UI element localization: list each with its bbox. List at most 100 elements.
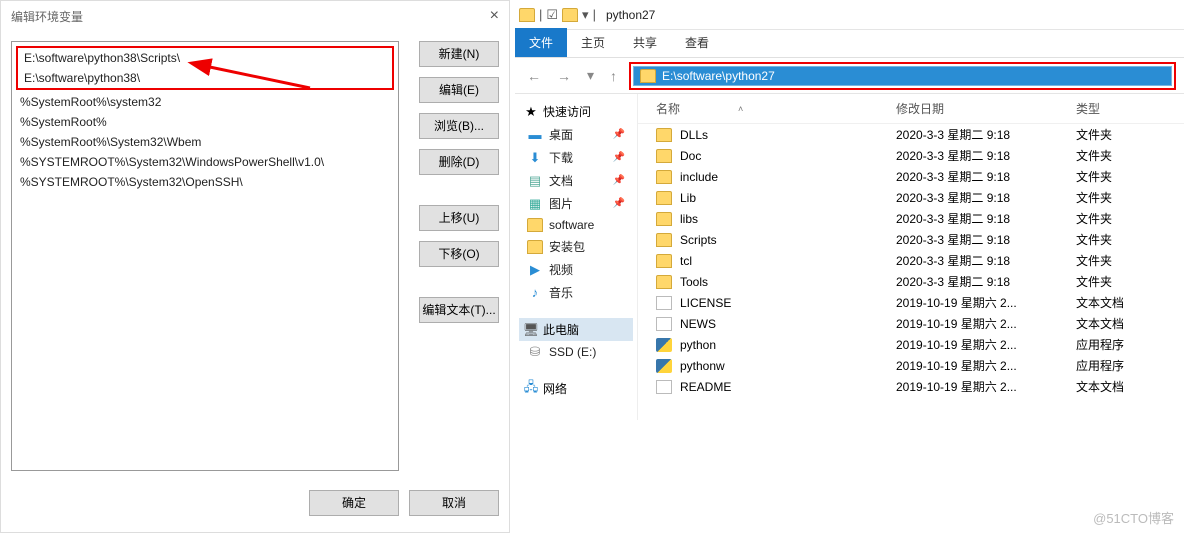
col-type-header[interactable]: 类型 [1076,100,1176,117]
nav-pictures[interactable]: ▦图片📌 [519,192,633,215]
tab-file[interactable]: 文件 [515,28,567,57]
delete-button[interactable]: 删除(D) [419,149,499,175]
nav-music[interactable]: ♪音乐 [519,281,633,304]
check-icon[interactable]: ☑ [546,7,558,23]
file-date: 2020-3-3 星期二 9:18 [896,231,1076,248]
list-item[interactable]: E:\software\python38\ [18,68,392,88]
file-name: DLLs [680,128,708,142]
nav-downloads[interactable]: ⬇下载📌 [519,146,633,169]
network-icon: 🖧 [523,381,539,397]
pin-icon: 📌 [613,152,625,163]
env-var-dialog: 编辑环境变量 × E:\software\python38\Scripts\ E… [0,0,510,533]
col-name-header[interactable]: 名称 [656,100,680,117]
file-name: libs [680,212,698,226]
nav-install[interactable]: 安装包 [519,235,633,258]
py-icon [656,359,672,373]
new-button[interactable]: 新建(N) [419,41,499,67]
list-item[interactable]: %SYSTEMROOT%\System32\WindowsPowerShell\… [14,152,396,172]
path-listbox[interactable]: E:\software\python38\Scripts\ E:\softwar… [11,41,399,471]
col-date-header[interactable]: 修改日期 [896,100,1076,117]
table-row[interactable]: LICENSE2019-10-19 星期六 2...文本文档 [638,292,1184,313]
file-icon [656,380,672,394]
list-item[interactable]: %SystemRoot%\System32\Wbem [14,132,396,152]
address-highlight: E:\software\python27 [629,62,1176,90]
file-type: 应用程序 [1076,357,1176,374]
table-row[interactable]: Tools2020-3-3 星期二 9:18文件夹 [638,271,1184,292]
ok-button[interactable]: 确定 [309,490,399,516]
nav-documents[interactable]: ▤文档📌 [519,169,633,192]
pin-icon: 📌 [613,198,625,209]
pin-icon: 📌 [613,175,625,186]
file-date: 2020-3-3 星期二 9:18 [896,252,1076,269]
table-row[interactable]: python2019-10-19 星期六 2...应用程序 [638,334,1184,355]
list-item[interactable]: %SystemRoot% [14,112,396,132]
close-icon[interactable]: × [490,7,499,25]
move-up-button[interactable]: 上移(U) [419,205,499,231]
folder-icon [562,8,578,22]
nav-network[interactable]: 🖧网络 [519,377,633,400]
table-row[interactable]: Doc2020-3-3 星期二 9:18文件夹 [638,145,1184,166]
dialog-titlebar: 编辑环境变量 × [1,1,509,31]
divider: | [593,7,596,22]
address-bar-row: ← → ▾ ↑ E:\software\python27 [515,58,1184,94]
table-row[interactable]: include2020-3-3 星期二 9:18文件夹 [638,166,1184,187]
table-row[interactable]: pythonw2019-10-19 星期六 2...应用程序 [638,355,1184,376]
forward-icon[interactable]: → [553,68,575,84]
file-date: 2020-3-3 星期二 9:18 [896,189,1076,206]
nav-videos[interactable]: ▶视频 [519,258,633,281]
document-icon: ▤ [527,173,543,189]
up-icon[interactable]: ↑ [606,68,621,84]
tab-home[interactable]: 主页 [567,28,619,57]
music-icon: ♪ [527,285,543,301]
address-text: E:\software\python27 [662,69,775,83]
back-icon[interactable]: ← [523,68,545,84]
file-date: 2020-3-3 星期二 9:18 [896,210,1076,227]
divider: | [539,7,542,22]
file-name: tcl [680,254,692,268]
tab-share[interactable]: 共享 [619,28,671,57]
file-date: 2019-10-19 星期六 2... [896,315,1076,332]
picture-icon: ▦ [527,196,543,212]
button-column: 新建(N) 编辑(E) 浏览(B)... 删除(D) 上移(U) 下移(O) 编… [419,41,499,471]
folder-icon [656,212,672,226]
file-type: 文件夹 [1076,252,1176,269]
folder-icon [527,218,543,232]
file-date: 2020-3-3 星期二 9:18 [896,273,1076,290]
nav-quick-access[interactable]: ★快速访问 [519,100,633,123]
nav-software[interactable]: software [519,215,633,235]
nav-this-pc[interactable]: 🖥此电脑 [519,318,633,341]
folder-icon [656,149,672,163]
folder-icon [519,8,535,22]
file-name: python [680,338,716,352]
file-name: Scripts [680,233,717,247]
list-item[interactable]: %SYSTEMROOT%\System32\OpenSSH\ [14,172,396,192]
table-row[interactable]: README2019-10-19 星期六 2...文本文档 [638,376,1184,397]
dropdown-icon[interactable]: ▾ [582,7,589,23]
edit-button[interactable]: 编辑(E) [419,77,499,103]
table-row[interactable]: Lib2020-3-3 星期二 9:18文件夹 [638,187,1184,208]
list-item[interactable]: E:\software\python38\Scripts\ [18,48,392,68]
list-item[interactable]: %SystemRoot%\system32 [14,92,396,112]
tab-view[interactable]: 查看 [671,28,723,57]
table-row[interactable]: Scripts2020-3-3 星期二 9:18文件夹 [638,229,1184,250]
address-bar[interactable]: E:\software\python27 [633,66,1172,86]
file-name: Doc [680,149,701,163]
file-date: 2020-3-3 星期二 9:18 [896,126,1076,143]
recent-dropdown-icon[interactable]: ▾ [583,67,598,84]
file-date: 2020-3-3 星期二 9:18 [896,147,1076,164]
browse-button[interactable]: 浏览(B)... [419,113,499,139]
table-row[interactable]: DLLs2020-3-3 星期二 9:18文件夹 [638,124,1184,145]
nav-ssd-e[interactable]: ⛁SSD (E:) [519,341,633,363]
file-type: 文件夹 [1076,189,1176,206]
table-row[interactable]: tcl 2020-3-3 星期二 9:18文件夹 [638,250,1184,271]
table-row[interactable]: libs2020-3-3 星期二 9:18文件夹 [638,208,1184,229]
file-type: 文件夹 [1076,168,1176,185]
move-down-button[interactable]: 下移(O) [419,241,499,267]
edit-text-button[interactable]: 编辑文本(T)... [419,297,499,323]
cancel-button[interactable]: 取消 [409,490,499,516]
column-headers[interactable]: 名称˄ 修改日期 类型 [638,94,1184,124]
drive-icon: ⛁ [527,344,543,360]
nav-desktop[interactable]: ▬桌面📌 [519,123,633,146]
table-row[interactable]: NEWS2019-10-19 星期六 2...文本文档 [638,313,1184,334]
file-list-pane: 名称˄ 修改日期 类型 DLLs2020-3-3 星期二 9:18文件夹Doc2… [638,94,1184,420]
